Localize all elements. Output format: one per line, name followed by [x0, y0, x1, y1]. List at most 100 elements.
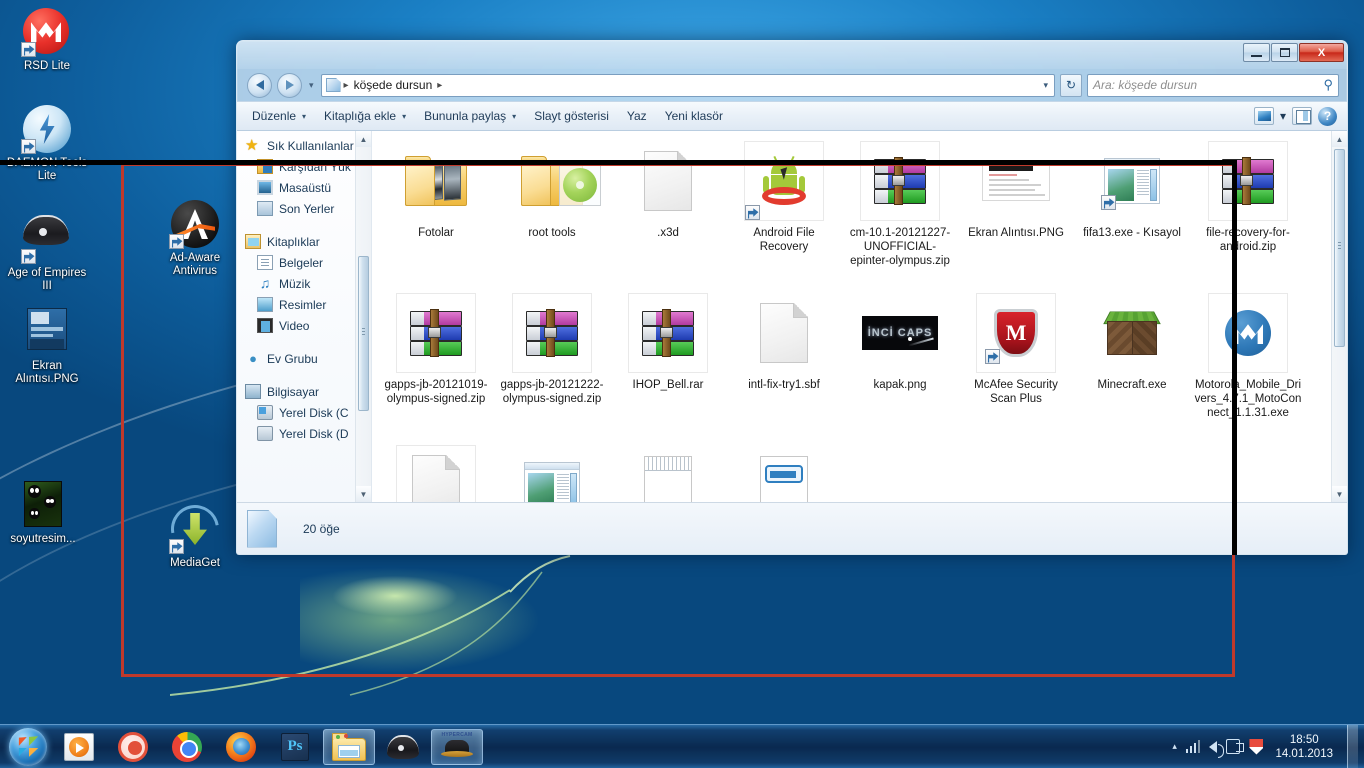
file-item[interactable]: Android File Recovery — [726, 137, 842, 289]
taskbar[interactable]: Ps HYPERCAM ▴ 18:50 14.01.2013 — [0, 724, 1364, 768]
scrollbar-thumb[interactable] — [358, 256, 369, 411]
address-dropdown-icon[interactable]: ▾ — [1043, 80, 1052, 91]
taskbar-windows-media-player[interactable] — [53, 729, 105, 765]
desktop-icon-ekran-alintisi[interactable]: Ekran Alıntısı.PNG — [4, 305, 90, 386]
desktop-icon-daemon-tools-lite[interactable]: DAEMON Tools Lite — [4, 105, 90, 183]
refresh-button[interactable]: ↻ — [1060, 73, 1082, 97]
mcafee-icon: M — [976, 293, 1056, 373]
file-item[interactable] — [494, 441, 610, 502]
file-item[interactable]: file-recovery-for-android.zip — [1190, 137, 1306, 289]
toolbar-item-kitapliga-ekle[interactable]: Kitaplığa ekle ▾ — [315, 106, 415, 126]
show-desktop-button[interactable] — [1347, 724, 1358, 768]
nav-item-local-disk-d[interactable]: Yerel Disk (D — [237, 423, 371, 444]
file-item[interactable] — [726, 441, 842, 502]
navpane-scrollbar[interactable]: ▲ ▼ — [355, 131, 371, 502]
blue-document-icon — [744, 445, 824, 502]
nav-item-music[interactable]: ♫ Müzik — [237, 273, 371, 294]
taskbar-google-chrome[interactable] — [161, 729, 213, 765]
winrar-archive-icon — [1208, 141, 1288, 221]
taskbar-age-of-empires[interactable] — [377, 729, 429, 765]
file-item[interactable]: M McAfee Security Scan Plus — [958, 289, 1074, 441]
breadcrumb-item[interactable]: köşede dursun — [352, 78, 435, 92]
toolbar-item-yeni-klasor[interactable]: Yeni klasör — [656, 106, 732, 126]
desktop-icon-ad-aware-antivirus[interactable]: Ad-Aware Antivirus — [152, 200, 238, 278]
nav-item-desktop[interactable]: Masaüstü — [237, 177, 371, 198]
back-button[interactable] — [247, 72, 272, 98]
chevron-down-icon[interactable]: ▾ — [1280, 109, 1286, 123]
toolbar-label: Yeni klasör — [664, 109, 723, 123]
toolbar-item-slayt-gosterisi[interactable]: Slayt gösterisi — [525, 106, 618, 126]
generic-file-icon — [628, 141, 708, 221]
desktop-icon-age-of-empires-iii[interactable]: Age of Empires III — [4, 205, 90, 293]
file-item[interactable]: Fotolar — [378, 137, 494, 289]
file-item[interactable]: intl-fix-try1.sbf — [726, 289, 842, 441]
network-signal-icon[interactable] — [1185, 740, 1201, 753]
file-item[interactable]: root tools — [494, 137, 610, 289]
taskbar-red-app[interactable] — [107, 729, 159, 765]
clock[interactable]: 18:50 14.01.2013 — [1272, 733, 1333, 761]
recent-pages-caret-icon[interactable]: ▾ — [307, 80, 316, 91]
volume-icon[interactable] — [1209, 740, 1225, 758]
nav-item-video[interactable]: Video — [237, 315, 371, 336]
filelist-scrollbar[interactable]: ▲ ▼ — [1331, 131, 1347, 502]
file-item[interactable]: fifa13.exe - Kısayol — [1074, 137, 1190, 289]
navigation-pane[interactable]: ★ Sık Kullanılanlar Karşıdan Yük Masaüst… — [237, 131, 372, 502]
taskbar-windows-explorer[interactable] — [323, 728, 375, 765]
system-tray[interactable]: ▴ 18:50 14.01.2013 — [1172, 724, 1364, 768]
toolbar-item-duzenle[interactable]: Düzenle ▾ — [243, 106, 315, 126]
file-item[interactable]: IHOP_Bell.rar — [610, 289, 726, 441]
nav-item-downloads[interactable]: Karşıdan Yük — [237, 156, 371, 177]
nav-header-homegroup[interactable]: ● Ev Grubu — [237, 348, 371, 369]
file-item[interactable]: Motorola_Mobile_Drivers_4.7.1_MotoConnec… — [1190, 289, 1306, 441]
nav-header-libraries[interactable]: Kitaplıklar — [237, 231, 371, 252]
nav-label: Yerel Disk (C — [279, 405, 349, 420]
file-list-pane[interactable]: Fotolar root tools .x3d Android File Rec… — [372, 131, 1347, 502]
forward-button[interactable] — [277, 72, 302, 98]
file-item[interactable] — [610, 441, 726, 502]
nav-item-pictures[interactable]: Resimler — [237, 294, 371, 315]
desktop-icon-mediaget[interactable]: MediaGet — [152, 495, 238, 570]
scroll-down-icon[interactable]: ▼ — [1332, 486, 1347, 502]
help-icon[interactable]: ? — [1318, 106, 1337, 126]
close-button[interactable]: X — [1299, 43, 1344, 62]
taskbar-adobe-photoshop[interactable]: Ps — [269, 729, 321, 765]
address-bar[interactable]: ▸ köşede dursun ▸ ▾ — [320, 73, 1055, 97]
file-item[interactable]: cm-10.1-20121227-UNOFFICIAL-epinter-olym… — [842, 137, 958, 289]
toolbar-item-yaz[interactable]: Yaz — [618, 106, 656, 126]
nav-item-local-disk-c[interactable]: Yerel Disk (C — [237, 402, 371, 423]
file-item[interactable]: İNCİ CAPS kapak.png — [842, 289, 958, 441]
scrollbar-thumb[interactable] — [1334, 149, 1345, 347]
nav-item-documents[interactable]: Belgeler — [237, 252, 371, 273]
window-controls[interactable]: X — [1243, 43, 1344, 62]
file-item[interactable]: Ekran Alıntısı.PNG — [958, 137, 1074, 289]
window-titlebar[interactable]: X — [237, 41, 1347, 69]
taskbar-hypercam[interactable]: HYPERCAM — [431, 728, 483, 765]
file-item[interactable]: Minecraft.exe — [1074, 289, 1190, 441]
nav-label: Resimler — [279, 297, 327, 312]
file-item[interactable]: .x3d — [610, 137, 726, 289]
desktop-icon-soyutresim[interactable]: soyutresim... — [0, 480, 86, 546]
action-center-shield-icon[interactable] — [1249, 738, 1264, 755]
maximize-button[interactable] — [1271, 43, 1298, 62]
taskbar-mozilla-firefox[interactable] — [215, 729, 267, 765]
file-label: IHOP_Bell.rar — [632, 379, 704, 391]
file-item[interactable]: gapps-jb-20121019-olympus-signed.zip — [378, 289, 494, 441]
nav-item-recent-places[interactable]: Son Yerler — [237, 198, 371, 219]
start-button[interactable] — [4, 726, 52, 768]
desktop-icon-rsd-lite[interactable]: RSD Lite — [4, 8, 90, 73]
power-plug-icon[interactable] — [1226, 739, 1245, 754]
nav-header-favorites[interactable]: ★ Sık Kullanılanlar — [237, 135, 371, 156]
minimize-button[interactable] — [1243, 43, 1270, 62]
nav-header-computer[interactable]: Bilgisayar — [237, 381, 371, 402]
scroll-up-icon[interactable]: ▲ — [356, 131, 371, 147]
file-item[interactable] — [378, 441, 494, 502]
change-view-icon[interactable] — [1253, 107, 1274, 125]
file-explorer-window[interactable]: X ▾ ▸ köşede dursun ▸ ▾ ↻ Ara: köşede du… — [236, 40, 1348, 555]
preview-pane-icon[interactable] — [1292, 107, 1312, 125]
scroll-down-icon[interactable]: ▼ — [356, 486, 371, 502]
search-input[interactable]: Ara: köşede dursun ⚲ — [1087, 73, 1339, 97]
scroll-up-icon[interactable]: ▲ — [1332, 131, 1347, 147]
file-item[interactable]: gapps-jb-20121222-olympus-signed.zip — [494, 289, 610, 441]
toolbar-item-bununla-paylas[interactable]: Bununla paylaş ▾ — [415, 106, 525, 126]
show-hidden-icons-icon[interactable]: ▴ — [1172, 741, 1177, 752]
